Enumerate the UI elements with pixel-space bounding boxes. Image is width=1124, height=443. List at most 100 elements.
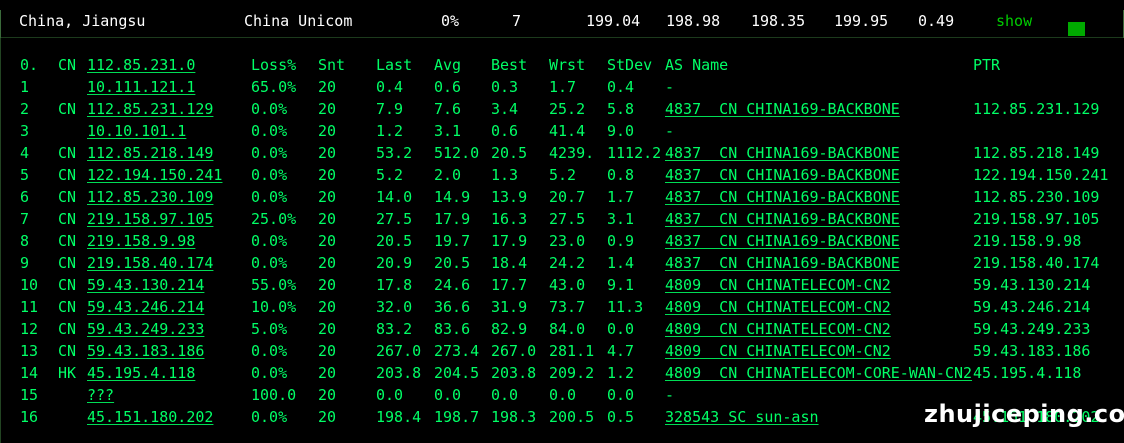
hop-number: 3 [20, 122, 30, 140]
loss-cell: 25.0% [251, 210, 297, 228]
worst-cell: 25.2 [549, 100, 586, 118]
as-name-link: - [665, 122, 675, 140]
host-link[interactable]: 219.158.9.98 [87, 230, 195, 252]
header-host[interactable]: 112.85.231.0 [87, 54, 195, 76]
as-name-link[interactable]: 4809 CN CHINATELECOM-CN2 [665, 340, 891, 362]
sent-cell: 20 [318, 342, 337, 360]
host-link[interactable]: 219.158.40.174 [87, 252, 213, 274]
stdev-cell: 0.8 [607, 166, 635, 184]
last-cell: 32.0 [376, 298, 413, 316]
header-stdev: StDev [607, 56, 653, 74]
stdev-cell: 1.2 [607, 364, 635, 382]
hop-number: 4 [20, 144, 30, 162]
loss-cell: 0.0% [251, 166, 288, 184]
trace-panel: 0. CN 112.85.231.0 Loss% Snt Last Avg Be… [0, 38, 1124, 443]
host-link[interactable]: 122.194.150.241 [87, 164, 222, 186]
best-cell: 20.5 [491, 144, 528, 162]
loss-cell: 5.0% [251, 320, 288, 338]
hop-number: 6 [20, 188, 30, 206]
avg-cell: 198.7 [434, 408, 480, 426]
table-row: 3 10.10.101.1 0.0% 20 1.2 3.1 0.6 41.4 9.0 - [1, 120, 1124, 142]
host-link[interactable]: 45.151.180.202 [87, 406, 213, 428]
table-row: 12 CN 59.43.249.233 5.0% 20 83.2 83.6 82.9 84.0 0… [1, 318, 1124, 340]
as-name-link[interactable]: 4837 CN CHINA169-BACKBONE [665, 98, 900, 120]
country-code: CN [58, 254, 77, 272]
hop-number: 11 [20, 298, 39, 316]
summary-location: China, Jiangsu [19, 12, 146, 30]
as-name-link[interactable]: 4837 CN CHINA169-BACKBONE [665, 164, 900, 186]
summary-avg: 198.98 [666, 12, 721, 30]
as-name-link[interactable]: 4837 CN CHINA169-BACKBONE [665, 186, 900, 208]
sent-cell: 20 [318, 254, 337, 272]
host-link[interactable]: 59.43.130.214 [87, 274, 204, 296]
table-row: 10 CN 59.43.130.214 55.0% 20 17.8 24.6 17.7 43.0… [1, 274, 1124, 296]
watermark: zhujiceping.com [924, 400, 1124, 428]
worst-cell: 27.5 [549, 210, 586, 228]
header-best: Best [491, 56, 528, 74]
best-cell: 1.3 [491, 166, 519, 184]
best-cell: 267.0 [491, 342, 537, 360]
summary-last: 199.04 [586, 12, 641, 30]
best-cell: 3.4 [491, 100, 519, 118]
as-name-link: - [665, 78, 675, 96]
worst-cell: 20.7 [549, 188, 586, 206]
hop-number: 16 [20, 408, 39, 426]
host-link[interactable]: 10.10.101.1 [87, 120, 186, 142]
country-code: CN [58, 188, 77, 206]
hop-number: 13 [20, 342, 39, 360]
as-name-link[interactable]: 4809 CN CHINATELECOM-CN2 [665, 274, 891, 296]
as-name-link[interactable]: 4809 CN CHINATELECOM-CN2 [665, 296, 891, 318]
header-hop: 0. [20, 56, 39, 74]
as-name-link[interactable]: 4809 CN CHINATELECOM-CORE-WAN-CN2 [665, 362, 972, 384]
last-cell: 17.8 [376, 276, 413, 294]
as-name-link[interactable]: 4837 CN CHINA169-BACKBONE [665, 208, 900, 230]
worst-cell: 41.4 [549, 122, 586, 140]
stdev-cell: 0.9 [607, 232, 635, 250]
last-cell: 203.8 [376, 364, 422, 382]
summary-worst: 199.95 [834, 12, 889, 30]
host-link[interactable]: 59.43.249.233 [87, 318, 204, 340]
loss-cell: 10.0% [251, 298, 297, 316]
avg-cell: 2.0 [434, 166, 462, 184]
loss-cell: 0.0% [251, 232, 288, 250]
stdev-cell: 9.1 [607, 276, 635, 294]
avg-cell: 3.1 [434, 122, 462, 140]
sent-cell: 20 [318, 144, 337, 162]
country-code: CN [58, 144, 77, 162]
best-cell: 198.3 [491, 408, 537, 426]
loss-cell: 100.0 [251, 386, 297, 404]
as-name-link[interactable]: 4837 CN CHINA169-BACKBONE [665, 252, 900, 274]
as-name-link[interactable]: 4809 CN CHINATELECOM-CN2 [665, 318, 891, 340]
loss-cell: 0.0% [251, 100, 288, 118]
as-name-link[interactable]: 328543 SC sun-asn [665, 406, 819, 428]
host-link[interactable]: 59.43.183.186 [87, 340, 204, 362]
show-toggle[interactable]: show [996, 12, 1032, 30]
table-row: 8 CN 219.158.9.98 0.0% 20 20.5 19.7 17.9 23.0 0.9… [1, 230, 1124, 252]
ptr-cell: 59.43.246.214 [973, 298, 1091, 316]
host-link[interactable]: ??? [87, 384, 114, 406]
avg-cell: 204.5 [434, 364, 480, 382]
loss-cell: 0.0% [251, 342, 288, 360]
best-cell: 203.8 [491, 364, 537, 382]
host-link[interactable]: 59.43.246.214 [87, 296, 204, 318]
host-link[interactable]: 219.158.97.105 [87, 208, 213, 230]
host-link[interactable]: 10.111.121.1 [87, 76, 195, 98]
stdev-cell: 4.7 [607, 342, 635, 360]
sent-cell: 20 [318, 364, 337, 382]
host-link[interactable]: 112.85.231.129 [87, 98, 213, 120]
host-link[interactable]: 112.85.218.149 [87, 142, 213, 164]
as-name-link[interactable]: 4837 CN CHINA169-BACKBONE [665, 142, 900, 164]
worst-cell: 0.0 [549, 386, 577, 404]
hop-number: 15 [20, 386, 39, 404]
host-link[interactable]: 112.85.230.109 [87, 186, 213, 208]
host-link[interactable]: 45.195.4.118 [87, 362, 195, 384]
avg-cell: 19.7 [434, 232, 471, 250]
summary-isp: China Unicom [244, 12, 353, 30]
header-last: Last [376, 56, 413, 74]
loss-cell: 0.0% [251, 408, 288, 426]
ptr-cell: 112.85.218.149 [973, 144, 1100, 162]
worst-cell: 24.2 [549, 254, 586, 272]
loss-cell: 0.0% [251, 122, 288, 140]
as-name-link[interactable]: 4837 CN CHINA169-BACKBONE [665, 230, 900, 252]
status-indicator [1068, 22, 1085, 36]
